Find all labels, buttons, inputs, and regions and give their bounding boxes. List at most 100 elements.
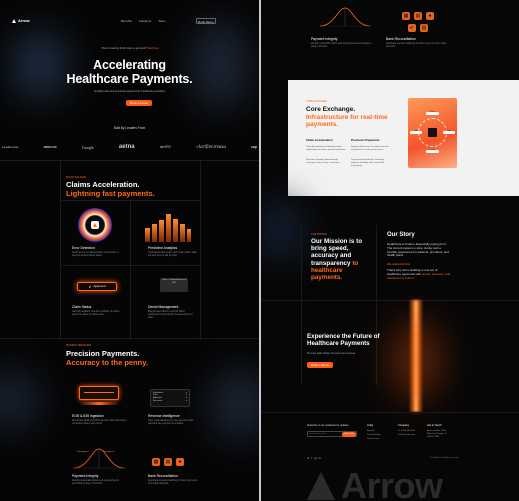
- facebook-icon[interactable]: f: [311, 456, 312, 460]
- linkedin-icon[interactable]: in: [319, 456, 321, 460]
- core-col1-title: Claim Acceleration: [306, 138, 333, 142]
- precision-glow-left: [0, 370, 40, 430]
- logo-devry: deVRY: [159, 145, 172, 149]
- nav-book-demo-button[interactable]: Book Demo: [196, 18, 216, 24]
- footer-company-phone[interactable]: +1 (234) 456-789: [398, 430, 415, 433]
- feature-eob-desc: Streamline EOB and 835 ingestion data an…: [72, 419, 127, 425]
- cta-title: Experience the Future of Healthcare Paym…: [307, 333, 380, 347]
- core-eyebrow: CORE EXCHANGE: [306, 100, 327, 103]
- grid-horizontal: [60, 200, 200, 201]
- feature-payment-integrity-desc: Identify underpaid claims and overpaymen…: [72, 479, 119, 485]
- feature-revenue-desc: Gain understanding into how payment was …: [148, 419, 194, 425]
- bar: [145, 228, 150, 242]
- logo-strip: Leadersmax MEDICAID Google aetna deVRY c…: [0, 141, 259, 153]
- arrow-logo-icon: [428, 128, 437, 137]
- feature-predictive-analytics-desc: Understand how much each claim will be p…: [148, 251, 197, 257]
- cta-book-demo-button[interactable]: Book a Demo: [307, 362, 333, 368]
- bar: [159, 220, 164, 242]
- top-feature-payment-integrity-desc: Identify underpaid claims and overpaymen…: [311, 42, 372, 48]
- approved-pill: ✔ Approved: [77, 282, 117, 291]
- footer-link-benefits[interactable]: Benefits: [367, 430, 375, 433]
- newsletter-form: Subscribe: [307, 431, 357, 437]
- diagram-node: Payer: [443, 131, 455, 134]
- diagram-node: Funding: [426, 150, 439, 153]
- divider: [261, 412, 519, 413]
- footer-col-title-company: Company: [398, 424, 410, 427]
- logo-cap: cap: [251, 145, 257, 149]
- core-col2-title: Precision Payments: [351, 138, 380, 142]
- precision-title: Precision Payments. Accuracy to the penn…: [66, 349, 148, 367]
- diagram-node: Provider: [426, 112, 439, 115]
- subscribe-button[interactable]: Subscribe: [342, 432, 356, 437]
- hero-badge-link[interactable]: Start here: [147, 47, 158, 50]
- hero-badge-text: Tired of waiting 30-90 days to get paid?: [101, 47, 147, 50]
- hero-subtitle: Enabling fast and accurate payments for …: [94, 90, 166, 93]
- newsletter-email-input[interactable]: [308, 432, 342, 436]
- precision-eyebrow: PAYMENT PRECISION: [66, 344, 91, 347]
- bank-icon: ▦: [152, 458, 160, 466]
- core-diagram-card: Provider Claim Payer Funding: [408, 98, 457, 168]
- footer-big-word: Arrow: [341, 465, 443, 501]
- grid-vertical: [301, 225, 302, 385]
- top-feature-bank-desc: Automate manual matching of claim paymen…: [386, 42, 447, 48]
- grid-vertical: [60, 160, 61, 340]
- divider: [0, 160, 259, 161]
- document-icon: ▤: [164, 458, 172, 466]
- claims-title: Claims Acceleration. Lightning fast paym…: [66, 180, 155, 198]
- underpayment-label: Underpayment: [77, 451, 89, 453]
- claims-eyebrow: BOOST BALANCE: [66, 176, 87, 179]
- precision-glow-right: [210, 370, 259, 440]
- footer-link-privacy[interactable]: Privacy Policy: [367, 434, 381, 437]
- overpayment-label: Overpayment: [103, 451, 114, 453]
- footer-big-wordmark: Arrow: [307, 468, 443, 501]
- bar: [173, 219, 178, 242]
- alert-icon: [91, 221, 99, 229]
- denial-tooltip-text: Claim - Estimated time of ROI: [161, 279, 187, 284]
- core-title-accent: Infrastructure for real-time payments.: [306, 113, 388, 129]
- instagram-icon[interactable]: ◎: [314, 456, 316, 460]
- arrow-logo-icon: [307, 472, 335, 500]
- hero-title-line2: Healthcare Payments.: [66, 72, 193, 86]
- document-icon: ▤: [414, 12, 422, 20]
- hero-book-demo-button[interactable]: Book a Demo: [126, 100, 152, 106]
- cta-glow: [391, 320, 441, 400]
- mission-lead: Our Mission is to bring speed, accuracy …: [311, 238, 369, 281]
- core-col2-item: Payment Reconciliation: Real-time paymen…: [351, 159, 385, 167]
- divider: [0, 338, 259, 339]
- story-link[interactable]: We started Arrow: [387, 262, 410, 267]
- feature-error-detection-desc: Catch errors on claims before submission…: [72, 251, 119, 257]
- hero-badge[interactable]: Tired of waiting 30-90 days to get paid?…: [70, 47, 190, 50]
- logo-aetna: aetna: [118, 144, 135, 150]
- story-paragraph-1: Healthcare is broken. Especially paying …: [387, 242, 449, 258]
- footer-col-title-touch: Get in Touch: [427, 424, 442, 427]
- bank-icon: ▦: [402, 12, 410, 20]
- nav-logo[interactable]: Arrow: [12, 18, 30, 24]
- left-page-column: Arrow Benefits Solutions Team Book Demo …: [0, 0, 259, 501]
- bar: [180, 224, 185, 242]
- mission-glow: [261, 200, 301, 260]
- coin-icon: ●: [176, 458, 184, 466]
- nav-links: Benefits Solutions Team: [121, 19, 166, 24]
- hero-title-line1: Accelerating: [93, 58, 166, 72]
- nav-link-team[interactable]: Team: [158, 19, 165, 24]
- story-title: Our Story: [387, 232, 415, 238]
- newsletter-title: Subscribe to our newsletter for updates: [307, 424, 349, 427]
- core-title-main: Core Exchange.: [306, 106, 356, 113]
- footer-link-terms[interactable]: Terms of use: [367, 438, 380, 441]
- grid-vertical: [200, 160, 201, 340]
- hero-title: Accelerating Healthcare Payments.: [0, 58, 259, 86]
- coin-icon: ●: [426, 12, 434, 20]
- footer-col-title-links: Links: [367, 424, 374, 427]
- diagram-node: Claim: [410, 131, 422, 134]
- nav-link-benefits[interactable]: Benefits: [121, 19, 132, 24]
- core-title: Core Exchange. Infrastructure for real-t…: [306, 106, 391, 129]
- grid-vertical: [376, 225, 377, 385]
- nav-link-solutions[interactable]: Solutions: [139, 19, 151, 24]
- precision-title-accent: Accuracy to the penny.: [66, 357, 148, 367]
- bar: [152, 224, 157, 242]
- twitter-icon[interactable]: ✕: [307, 456, 309, 460]
- feature-denial-management-desc: Flag denied claims to submit batch submi…: [148, 310, 193, 319]
- core-col2-item: Payment Matching: Precisely reconcile al…: [351, 146, 389, 151]
- footer-company-email[interactable]: hello@arrow.com: [398, 434, 415, 437]
- logo-leadersmax: Leadersmax: [2, 145, 19, 149]
